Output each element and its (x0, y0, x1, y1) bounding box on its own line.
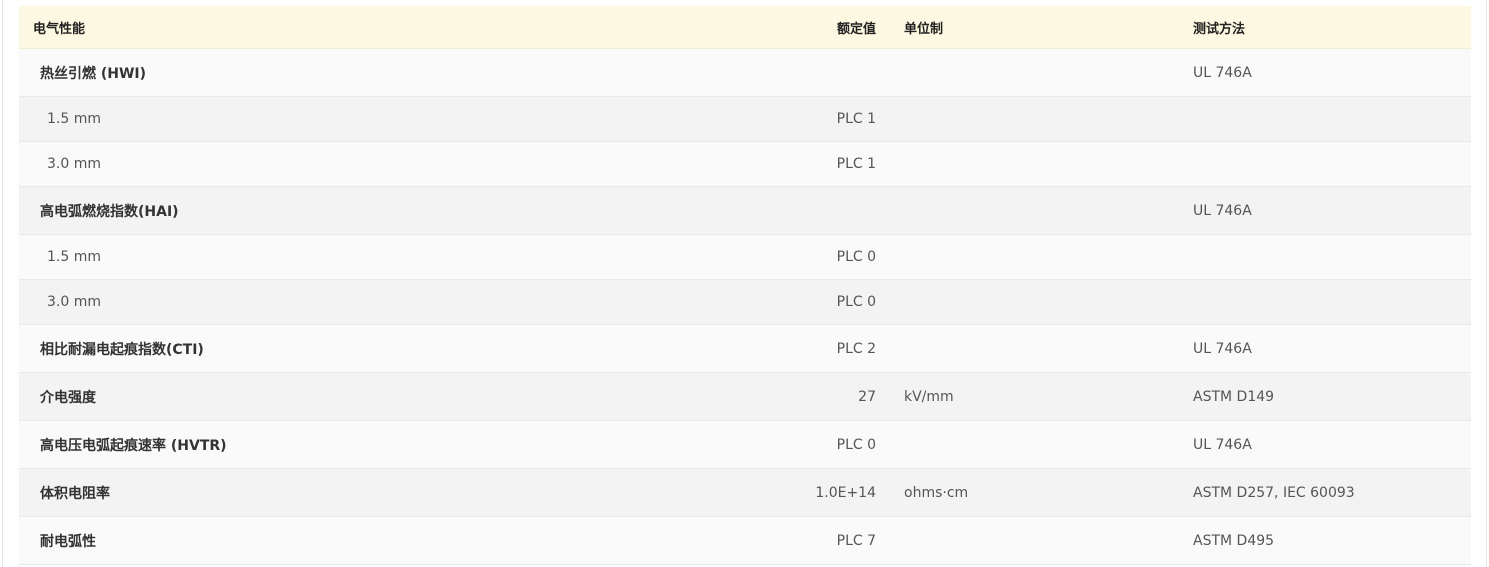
panel-right-border (1486, 0, 1487, 567)
table-row: 相比耐漏电起痕指数(CTI) PLC 2 UL 746A (19, 325, 1471, 373)
table-row: 耐电弧性 PLC 7 ASTM D495 (19, 517, 1471, 565)
row-value: PLC 0 (836, 294, 876, 310)
row-method: ASTM D149 (1193, 388, 1275, 405)
row-value: PLC 2 (836, 340, 876, 357)
row-value: 1.0E+14 (815, 484, 876, 501)
header-unit: 单位制 (904, 21, 944, 37)
row-method: UL 746A (1193, 64, 1252, 81)
row-property: 1.5 mm (47, 111, 101, 127)
row-value: PLC 0 (836, 436, 876, 453)
table-row: 介电强度 27 kV/mm ASTM D149 (19, 373, 1471, 421)
row-value: PLC 1 (836, 156, 876, 172)
row-property: 耐电弧性 (40, 533, 96, 550)
row-unit: ohms·cm (904, 484, 969, 501)
row-method: UL 746A (1193, 436, 1252, 453)
header-rated-value: 额定值 (836, 21, 876, 37)
row-property: 相比耐漏电起痕指数(CTI) (40, 341, 204, 358)
panel-left-border (2, 0, 3, 567)
row-property: 高电压电弧起痕速率 (HVTR) (40, 437, 227, 454)
row-property: 介电强度 (40, 389, 96, 406)
table-row: 高电弧燃烧指数(HAI) UL 746A (19, 187, 1471, 235)
row-method: ASTM D257, IEC 60093 (1193, 484, 1355, 501)
row-value: PLC 1 (836, 111, 876, 127)
table-row: 高电压电弧起痕速率 (HVTR) PLC 0 UL 746A (19, 421, 1471, 469)
row-method: ASTM D495 (1193, 532, 1275, 549)
table-header: 电气性能 额定值 单位制 测试方法 (19, 6, 1471, 49)
row-property: 热丝引燃 (HWI) (40, 65, 147, 82)
row-property: 3.0 mm (47, 294, 101, 310)
table-row: 1.5 mm PLC 0 (19, 235, 1471, 280)
row-property: 体积电阻率 (40, 485, 110, 502)
row-property: 高电弧燃烧指数(HAI) (40, 203, 179, 220)
electrical-properties-table: 电气性能 额定值 单位制 测试方法 热丝引燃 (HWI) UL 746A 1.5… (19, 6, 1471, 565)
row-property: 1.5 mm (47, 249, 101, 265)
table-row: 3.0 mm PLC 0 (19, 280, 1471, 325)
row-value: PLC 0 (836, 249, 876, 265)
table-row: 1.5 mm PLC 1 (19, 97, 1471, 142)
row-method: UL 746A (1193, 202, 1252, 219)
header-test-method: 测试方法 (1193, 21, 1246, 37)
row-unit: kV/mm (904, 388, 954, 405)
row-method: UL 746A (1193, 340, 1252, 357)
table-row: 热丝引燃 (HWI) UL 746A (19, 49, 1471, 97)
row-value: 27 (858, 388, 876, 405)
table-row: 3.0 mm PLC 1 (19, 142, 1471, 187)
header-property: 电气性能 (33, 21, 86, 37)
row-property: 3.0 mm (47, 156, 101, 172)
table-row: 体积电阻率 1.0E+14 ohms·cm ASTM D257, IEC 600… (19, 469, 1471, 517)
row-value: PLC 7 (836, 532, 876, 549)
